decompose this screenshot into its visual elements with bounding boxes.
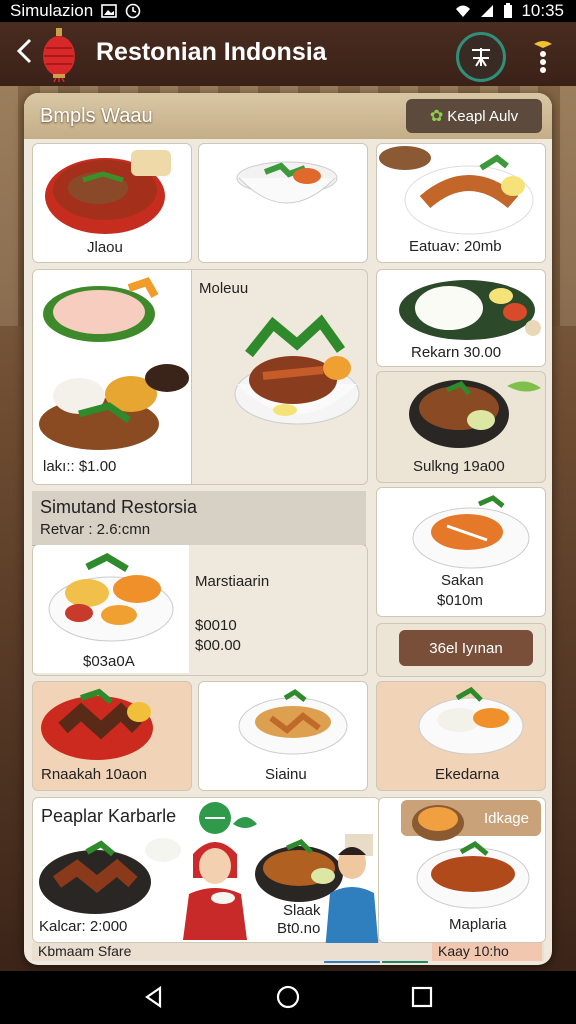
menu-card-1[interactable]: Jlaou xyxy=(32,143,192,263)
more-options-icon[interactable] xyxy=(530,36,556,74)
dish-image xyxy=(48,553,174,642)
menu-card-3[interactable]: Eatuav: 20mb xyxy=(376,143,546,263)
menu-card-1-label: Jlaou xyxy=(87,239,123,256)
dish-image xyxy=(41,688,153,760)
footer-strip: Kbmaam Sfare Kaay 10:ho xyxy=(32,943,544,961)
menu-card-9-price: $010m xyxy=(437,592,483,609)
status-time: 10:35 xyxy=(521,1,564,20)
menu-card-8-price-1: $0010 xyxy=(195,617,237,634)
dish-image xyxy=(409,380,541,448)
footer-left-label: Kbmaam Sfare xyxy=(38,943,132,959)
section-title: Simutand Restorsia xyxy=(40,497,198,517)
panel-action-label: Keapl Aulv xyxy=(447,107,519,125)
menu-card-11-label: Rnaakah 10aon xyxy=(41,766,147,783)
dish-image xyxy=(39,277,189,450)
section-header: Simutand Restorsia Retvar : 2.6:cmn xyxy=(32,491,366,546)
dish-image xyxy=(399,280,541,340)
menu-card-4[interactable]: Moleuu lakı:: $1.00 xyxy=(32,269,368,485)
menu-card-8[interactable]: $03a0A Marstiaarin $0010 $00.00 xyxy=(32,545,368,676)
back-triangle-icon[interactable] xyxy=(142,985,166,1009)
promo-badge-label: Idkage xyxy=(483,809,529,827)
wifi-icon xyxy=(456,5,471,17)
lantern-icon xyxy=(43,28,75,82)
menu-card-8-image-pane: $03a0A xyxy=(33,545,189,673)
food-plate-image xyxy=(412,805,464,841)
panel-action-button[interactable]: ✿ Keapl Aulv xyxy=(406,99,542,133)
menu-card-6-label: Rekarn 30.00 xyxy=(411,344,502,361)
dish-image xyxy=(234,314,360,425)
page-title: Restonian Indonsia xyxy=(96,38,327,66)
leaf-badge-icon xyxy=(199,802,257,834)
footer-right-box: Kaay 10:ho xyxy=(432,943,542,961)
promo-mid-name: Slaak xyxy=(283,902,321,919)
dish-image xyxy=(238,688,348,755)
menu-panel: Bmpls Waau ✿ Keapl Aulv Jlaou Eatuav: 20… xyxy=(24,93,552,965)
menu-card-2[interactable] xyxy=(198,143,368,263)
image-icon xyxy=(101,4,117,18)
menu-card-12[interactable]: Siainu xyxy=(198,681,368,791)
back-arrow-icon xyxy=(16,38,32,64)
menu-card-8-name: Marstiaarin xyxy=(195,573,270,590)
menu-card-12-label: Siainu xyxy=(265,766,307,783)
section-subtitle: Retvar : 2.6:cmn xyxy=(40,521,151,538)
person-image xyxy=(183,842,247,940)
dish-image xyxy=(45,150,171,234)
promo-left-label: Kalcar: 2:000 xyxy=(39,918,128,935)
back-button[interactable] xyxy=(14,36,40,74)
menu-card-4-price: lakı:: $1.00 xyxy=(43,458,117,475)
menu-card-7-label: Sulkng 19a00 xyxy=(413,458,505,475)
menu-card-10: 36el Iyınan xyxy=(376,623,546,677)
menu-card-4-image-pane xyxy=(33,270,192,484)
order-button-label: 36el Iyınan xyxy=(429,639,503,657)
dish-image xyxy=(416,840,530,909)
menu-card-9-name: Sakan xyxy=(441,572,484,589)
clock-icon xyxy=(125,3,141,19)
status-bar: Simulazion 10:35 xyxy=(0,0,576,22)
menu-card-3-label: Eatuav: 20mb xyxy=(409,238,502,255)
menu-card-11[interactable]: Rnaakah 10aon xyxy=(32,681,192,791)
menu-card-4-name: Moleuu xyxy=(199,280,249,297)
promo-title: Peaplar Karbarle xyxy=(41,806,177,826)
menu-card-9[interactable]: Sakan $010m xyxy=(376,487,546,617)
dish-image xyxy=(379,146,534,235)
leaf-icon: ✿ xyxy=(429,108,444,125)
footer-right-label: Kaay 10:ho xyxy=(438,943,509,959)
menu-card-8-price-2: $00.00 xyxy=(195,637,241,654)
order-button[interactable]: 36el Iyınan xyxy=(399,630,533,666)
menu-card-13[interactable]: Ekedarna xyxy=(376,681,546,791)
share-button[interactable] xyxy=(456,32,506,82)
dish-image xyxy=(236,161,338,204)
share-glyph-icon xyxy=(472,48,490,67)
promo-right-label: Maplaria xyxy=(449,916,507,933)
menu-card-7[interactable]: Sulkng 19a00 xyxy=(376,371,546,483)
dish-image xyxy=(412,495,530,569)
panel-title: Bmpls Waau xyxy=(40,105,153,127)
dish-image xyxy=(418,686,524,755)
panel-header: Bmpls Waau ✿ Keapl Aulv xyxy=(24,93,552,139)
menu-card-6[interactable]: Rekarn 30.00 xyxy=(376,269,546,367)
signal-icon xyxy=(481,5,494,17)
menu-card-13-label: Ekedarna xyxy=(435,766,500,783)
recents-square-icon[interactable] xyxy=(410,985,434,1009)
status-app-label: Simulazion xyxy=(10,1,94,20)
dish-image xyxy=(39,838,181,914)
home-circle-icon[interactable] xyxy=(276,985,300,1009)
promo-mid-price: Bt0.no xyxy=(277,920,321,937)
battery-icon xyxy=(504,3,513,18)
menu-card-8-left-price: $03a0A xyxy=(83,653,135,670)
app-header: Restonian Indonsia xyxy=(0,22,576,86)
navigation-bar xyxy=(0,971,576,1024)
